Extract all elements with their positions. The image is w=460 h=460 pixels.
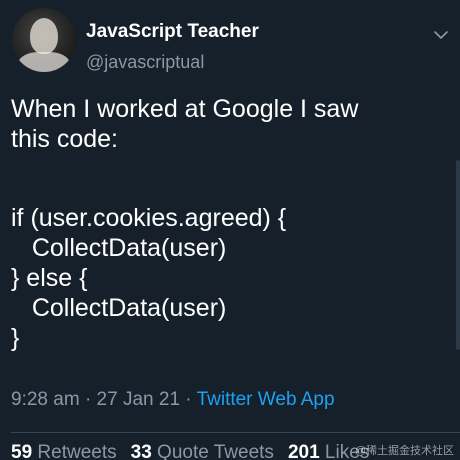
author-avatar[interactable] [12, 8, 76, 72]
meta-separator: · [84, 389, 92, 410]
stats-divider [11, 432, 460, 433]
code-line: CollectData(user) [11, 234, 227, 262]
scrollbar[interactable] [456, 160, 460, 350]
tweet-code-block: if (user.cookies.agreed) { CollectData(u… [11, 203, 451, 353]
code-line: } [11, 324, 20, 352]
avatar-shirt [18, 52, 70, 72]
tweet-text-line: this code: [11, 125, 119, 153]
tweet-source-link[interactable]: Twitter Web App [197, 389, 335, 410]
tweet-text: When I worked at Google I saw this code: [11, 94, 451, 154]
tweet-time[interactable]: 9:28 am [11, 389, 80, 410]
likes-count: 201 [287, 442, 320, 460]
chevron-down-icon[interactable] [432, 26, 450, 44]
retweets-label: Retweets [37, 442, 117, 460]
tweet-text-line: When I worked at Google I saw [11, 95, 359, 123]
watermark-text: @稀土掘金技术社区 [354, 445, 454, 457]
tweet-metadata: 9:28 am · 27 Jan 21 · Twitter Web App [11, 389, 335, 411]
quote-tweets-stat[interactable]: 33 Quote Tweets [131, 442, 274, 460]
avatar-face [30, 18, 58, 54]
code-line: } else { [11, 264, 88, 292]
tweet-date[interactable]: 27 Jan 21 [97, 389, 180, 410]
meta-separator: · [185, 389, 192, 410]
quote-tweets-count: 33 [130, 442, 152, 460]
tweet-stats: 59 Retweets 33 Quote Tweets 201 Likes [11, 442, 383, 460]
code-line: CollectData(user) [11, 294, 227, 322]
quote-tweets-label: Quote Tweets [157, 442, 274, 460]
code-line: if (user.cookies.agreed) { [11, 204, 287, 232]
retweets-count: 59 [11, 442, 33, 460]
author-display-name[interactable]: JavaScript Teacher [86, 21, 259, 43]
author-handle[interactable]: @javascriptual [86, 52, 204, 73]
retweets-stat[interactable]: 59 Retweets [11, 442, 117, 460]
tweet-card: JavaScript Teacher @javascriptual When I… [0, 0, 460, 460]
